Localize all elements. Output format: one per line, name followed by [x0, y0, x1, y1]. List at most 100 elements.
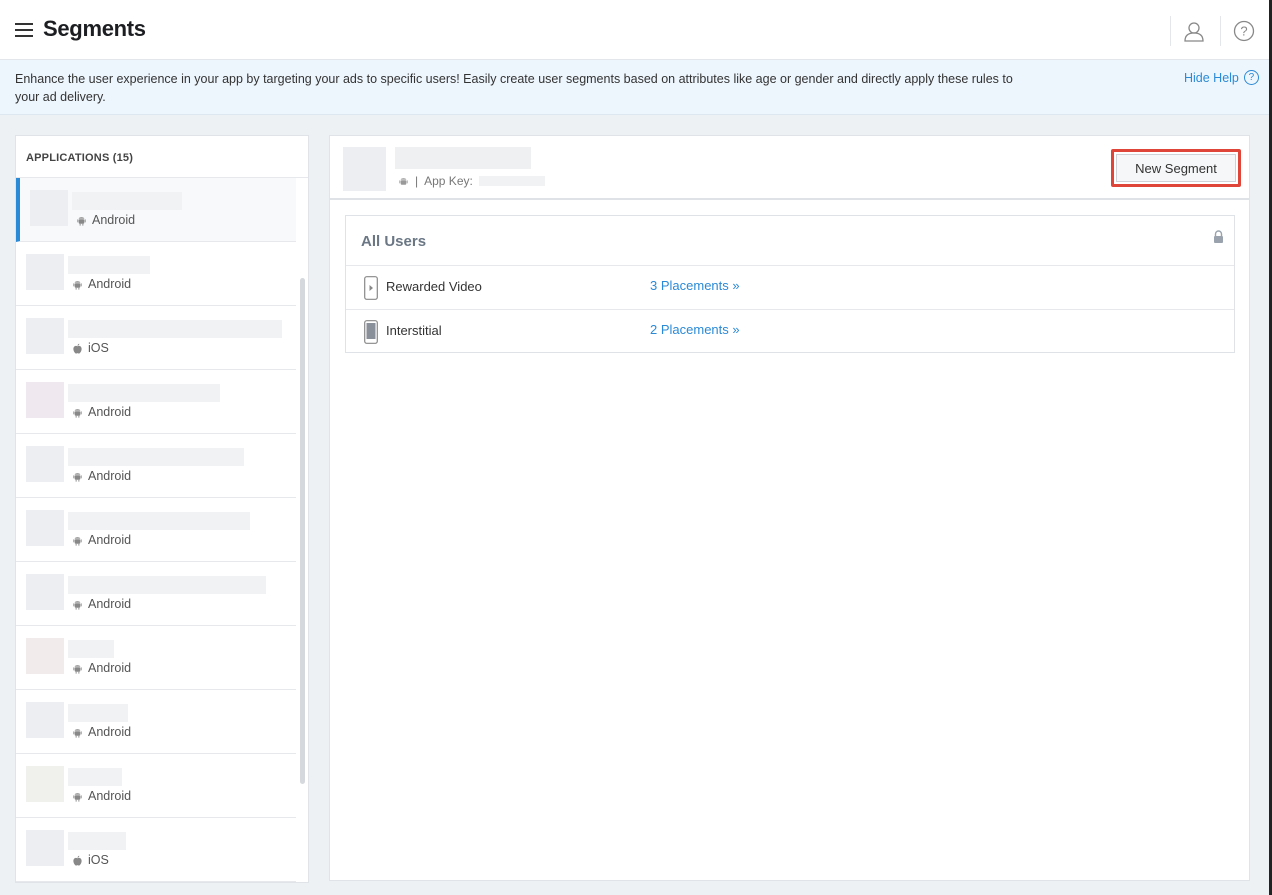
app-thumbnail — [26, 318, 64, 354]
android-icon — [73, 472, 82, 482]
new-segment-highlight: New Segment — [1111, 149, 1241, 187]
application-item[interactable]: Android — [16, 754, 296, 818]
new-segment-button[interactable]: New Segment — [1116, 154, 1236, 182]
app-platform: Android — [72, 789, 131, 803]
app-name-redacted — [68, 576, 266, 594]
app-thumbnail — [26, 766, 64, 802]
help-icon[interactable]: ? — [1233, 20, 1255, 42]
application-item[interactable]: Android — [16, 370, 296, 434]
placements-link[interactable]: 3 Placements » — [650, 278, 740, 293]
segment-panel: | App Key: New Segment All Users Rewarde… — [329, 135, 1250, 881]
applications-panel: APPLICATIONS (15) Android Android iOS Andro… — [15, 135, 309, 883]
app-thumbnail — [26, 446, 64, 482]
android-icon — [73, 280, 82, 290]
application-list: Android Android iOS Android Android Android An… — [16, 178, 308, 882]
app-meta: | App Key: — [398, 174, 545, 188]
android-icon — [73, 664, 82, 674]
app-thumbnail — [26, 638, 64, 674]
platform-label: Android — [88, 277, 132, 291]
application-item[interactable]: Android — [16, 242, 296, 306]
apple-icon — [73, 855, 82, 866]
lock-icon — [1214, 230, 1223, 243]
user-icon[interactable] — [1183, 20, 1205, 42]
platform-label: Android — [88, 533, 132, 547]
application-item[interactable]: Android — [16, 434, 296, 498]
rewarded-video-icon — [364, 276, 378, 300]
svg-text:?: ? — [1240, 24, 1247, 39]
app-thumbnail — [26, 382, 64, 418]
android-icon — [73, 536, 82, 546]
help-banner: Enhance the user experience in your app … — [0, 60, 1269, 115]
app-name-redacted — [68, 768, 122, 786]
apple-icon — [73, 343, 82, 354]
app-header: | App Key: New Segment — [330, 136, 1249, 200]
application-item[interactable]: Android — [16, 562, 296, 626]
divider — [1170, 16, 1171, 46]
app-key-label: App Key: — [424, 174, 473, 188]
page-title: Segments — [43, 16, 146, 41]
app-name-redacted — [72, 192, 182, 210]
platform-label: Android — [88, 661, 132, 675]
applications-heading: APPLICATIONS (15) — [16, 136, 308, 178]
app-name-redacted — [68, 832, 126, 850]
app-name-redacted — [68, 640, 114, 658]
divider — [1220, 16, 1221, 46]
application-item[interactable]: iOS — [16, 306, 296, 370]
app-thumbnail — [26, 830, 64, 866]
app-platform: Android — [72, 661, 131, 675]
app-platform: Android — [72, 597, 131, 611]
app-name-redacted — [68, 512, 250, 530]
app-thumbnail — [26, 510, 64, 546]
application-item[interactable]: Android — [16, 690, 296, 754]
app-thumbnail — [30, 190, 68, 226]
app-name-redacted — [395, 147, 531, 169]
app-platform: iOS — [72, 341, 109, 355]
app-name-redacted — [68, 384, 220, 402]
placements-link[interactable]: 2 Placements » — [650, 322, 740, 337]
hide-help-label: Hide Help — [1184, 70, 1239, 85]
platform-label: Android — [88, 405, 132, 419]
scrollbar[interactable] — [300, 278, 305, 784]
interstitial-icon — [364, 320, 378, 344]
application-item[interactable]: iOS — [16, 818, 296, 882]
app-platform: Android — [72, 725, 131, 739]
segment-card: All Users Rewarded Video 3 Placements » … — [345, 215, 1235, 353]
app-platform: Android — [72, 533, 131, 547]
platform-label: Android — [92, 213, 136, 227]
platform-label: Android — [88, 725, 132, 739]
hide-help-link[interactable]: Hide Help ? — [1184, 70, 1259, 85]
platform-label: Android — [88, 789, 132, 803]
app-name-redacted — [68, 704, 128, 722]
placement-label: Interstitial — [386, 323, 442, 338]
android-icon — [77, 216, 86, 226]
menu-icon[interactable] — [15, 23, 33, 37]
app-platform: Android — [72, 469, 131, 483]
application-item[interactable]: Android — [16, 498, 296, 562]
help-text: Enhance the user experience in your app … — [15, 72, 1013, 104]
platform-label: iOS — [88, 341, 109, 355]
app-platform: Android — [76, 213, 135, 227]
meta-separator: | — [415, 174, 419, 188]
platform-label: Android — [88, 469, 132, 483]
placement-row-interstitial: Interstitial 2 Placements » — [346, 309, 1234, 353]
app-platform: iOS — [72, 853, 109, 867]
android-icon — [73, 408, 82, 418]
top-bar: Segments ? — [0, 0, 1272, 60]
segment-title: All Users — [361, 233, 427, 250]
app-key-redacted — [478, 176, 545, 186]
placement-row-rewarded-video: Rewarded Video 3 Placements » — [346, 265, 1234, 309]
app-thumbnail — [343, 147, 386, 191]
android-icon — [73, 600, 82, 610]
placement-label: Rewarded Video — [386, 279, 482, 294]
android-icon — [73, 792, 82, 802]
app-name-redacted — [68, 320, 282, 338]
application-item[interactable]: Android — [16, 626, 296, 690]
app-platform: Android — [72, 405, 131, 419]
application-item[interactable]: Android — [16, 178, 296, 242]
app-thumbnail — [26, 574, 64, 610]
android-icon — [399, 177, 408, 185]
app-platform: Android — [72, 277, 131, 291]
app-name-redacted — [68, 256, 150, 274]
platform-label: iOS — [88, 853, 109, 867]
android-icon — [73, 728, 82, 738]
